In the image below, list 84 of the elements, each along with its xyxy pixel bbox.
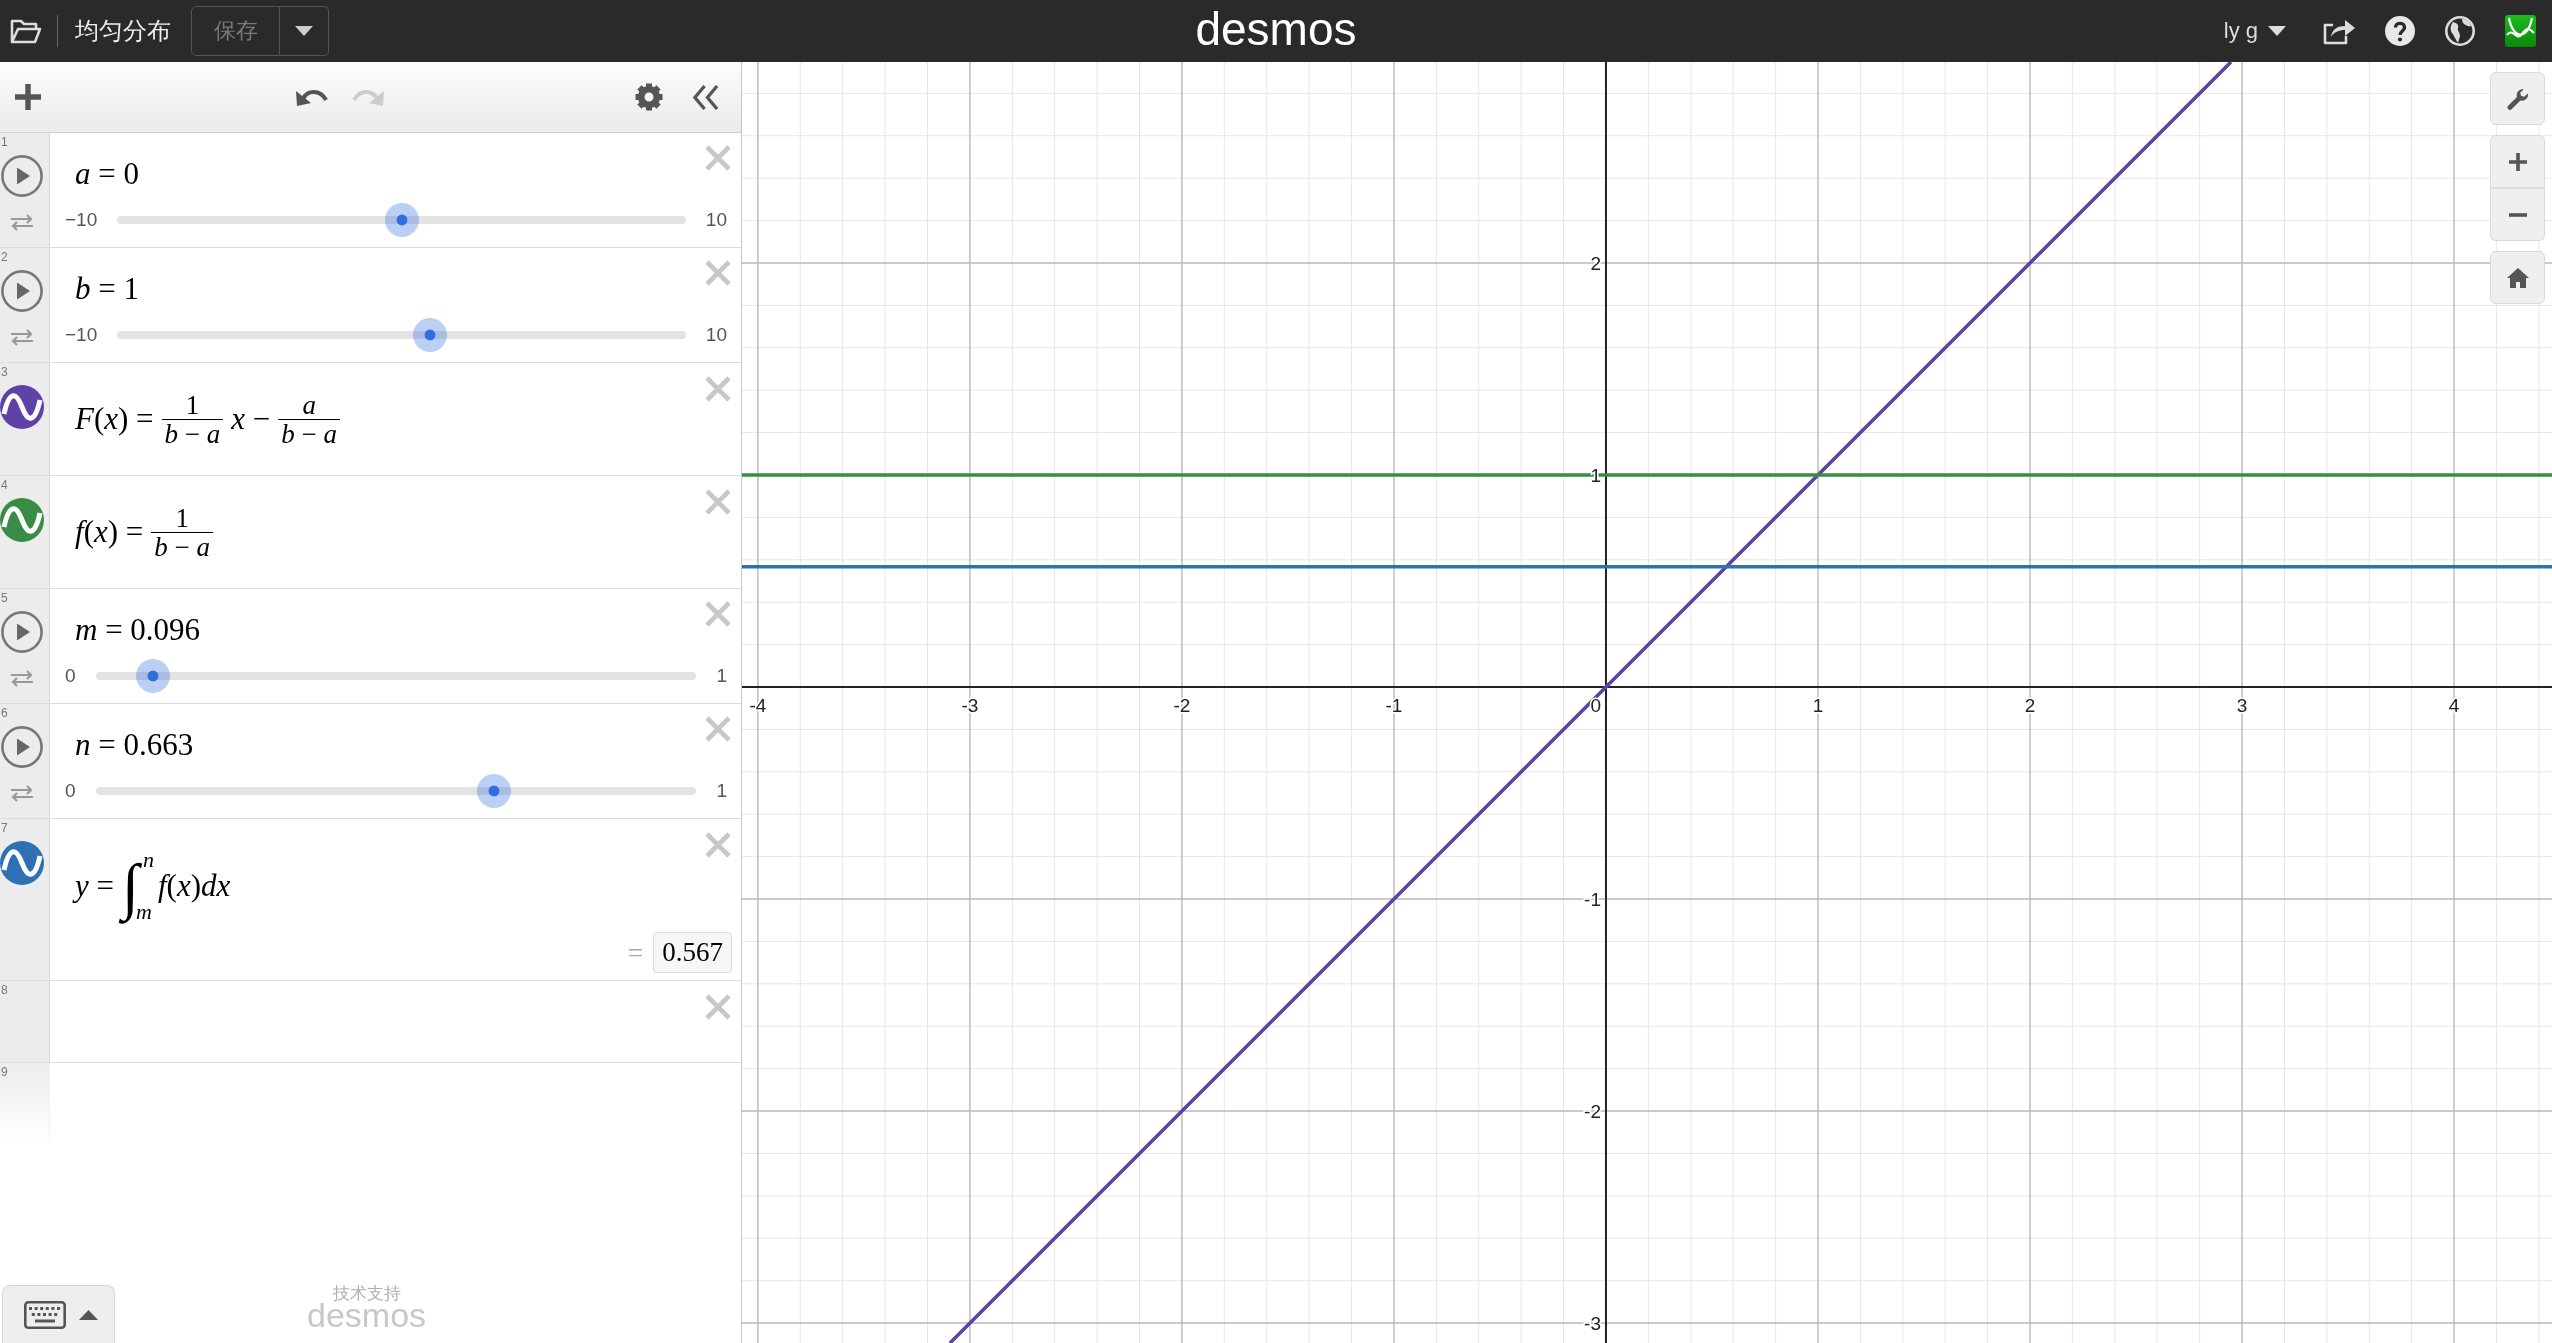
logo-text: desmos <box>1195 4 1357 57</box>
wave-icon[interactable] <box>0 841 44 885</box>
plus-icon <box>2508 152 2527 171</box>
play-icon[interactable] <box>1 155 43 197</box>
home-icon <box>2506 267 2529 288</box>
play-icon[interactable] <box>1 611 43 653</box>
play-icon[interactable] <box>1 726 43 768</box>
globe-icon[interactable] <box>2445 16 2475 46</box>
repeat-icon[interactable] <box>10 214 34 231</box>
save-options-button[interactable] <box>280 6 329 56</box>
wave-icon[interactable] <box>0 385 44 429</box>
row-number: 8 <box>1 983 8 997</box>
user-menu-button[interactable]: ly g <box>2223 18 2286 44</box>
wave-icon[interactable] <box>0 498 44 542</box>
help-icon[interactable] <box>2385 16 2415 46</box>
caret-icon <box>295 26 313 36</box>
add-icon[interactable] <box>15 84 41 110</box>
play-icon[interactable] <box>1 270 43 312</box>
slider-max-label: 10 <box>705 324 727 346</box>
axis-tick-label: -2 <box>1173 695 1191 716</box>
slider-max-label: 1 <box>716 780 727 802</box>
axis-tick-label: 1 <box>1812 695 1824 716</box>
slider-min-label: 0 <box>65 665 76 687</box>
graph-settings-button[interactable] <box>2490 72 2545 125</box>
row-number: 9 <box>1 1065 8 1079</box>
math-expression[interactable]: n = 0.663 <box>75 727 194 763</box>
axis-tick-label: -3 <box>1584 1313 1601 1335</box>
keyboard-icon <box>24 1300 66 1329</box>
slider-max-label: 1 <box>716 665 727 687</box>
row-number: 1 <box>1 135 8 149</box>
result-value: 0.567 <box>653 932 732 973</box>
zoom-in-button[interactable] <box>2490 135 2545 188</box>
axis-tick-label: 3 <box>2236 695 2248 716</box>
repeat-icon[interactable] <box>10 785 34 802</box>
axis-tick-label: -1 <box>1584 889 1601 911</box>
share-icon[interactable] <box>2323 17 2355 45</box>
axis-tick-label: 2 <box>2024 695 2036 716</box>
row-number: 5 <box>1 591 8 605</box>
slider-track[interactable] <box>117 318 686 352</box>
slider-thumb[interactable] <box>384 203 419 237</box>
row-number: 3 <box>1 365 8 379</box>
axis-tick-label: 2 <box>1590 253 1601 274</box>
settings-icon[interactable] <box>635 83 663 111</box>
graph-title[interactable]: 均匀分布 <box>75 15 171 47</box>
graph-tile-icon[interactable] <box>2505 15 2536 47</box>
axis-tick-label: -2 <box>1584 1101 1601 1123</box>
row-number: 7 <box>1 821 8 835</box>
wrench-icon <box>2506 87 2529 110</box>
math-expression[interactable]: f(x) = 1 b − a <box>75 504 221 560</box>
slider-track[interactable] <box>95 774 697 808</box>
equals-sign: = <box>627 936 644 969</box>
graph-line[interactable] <box>742 565 2552 569</box>
row-number: 4 <box>1 478 8 492</box>
powered-by-caption: 技术支持 <box>332 1285 401 1302</box>
axis-tick-label: -4 <box>749 695 767 716</box>
slider-min-label: −10 <box>65 324 98 346</box>
math-expression[interactable]: b = 1 <box>75 271 139 307</box>
caret-icon <box>79 1309 98 1320</box>
collapse-icon[interactable] <box>692 83 719 111</box>
repeat-icon[interactable] <box>10 329 34 346</box>
slider-min-label: 0 <box>65 780 76 802</box>
row-number: 6 <box>1 706 8 720</box>
caret-icon <box>2268 26 2286 36</box>
math-expression[interactable]: F(x) = 1 b − a x − a b − a <box>75 391 349 447</box>
minus-icon <box>2508 212 2527 217</box>
axis-tick-label: -1 <box>1385 695 1403 716</box>
keyboard-button[interactable] <box>2 1285 115 1343</box>
folder-icon[interactable] <box>10 18 42 44</box>
axis-tick-label: 0 <box>1590 695 1601 716</box>
slider-thumb[interactable] <box>136 659 171 693</box>
math-expression[interactable]: m = 0.096 <box>75 612 201 648</box>
zoom-out-button[interactable] <box>2490 188 2545 241</box>
slider-thumb[interactable] <box>476 774 511 808</box>
slider-track[interactable] <box>95 659 697 693</box>
home-button[interactable] <box>2490 251 2545 304</box>
slider-max-label: 10 <box>705 209 727 231</box>
slider-min-label: −10 <box>65 209 98 231</box>
axis-tick-label: 4 <box>2448 695 2460 716</box>
math-expression[interactable]: a = 0 <box>75 156 139 192</box>
row-number: 2 <box>1 250 8 264</box>
repeat-icon[interactable] <box>10 670 34 687</box>
axis-tick-label: -3 <box>961 695 979 716</box>
slider-thumb[interactable] <box>412 318 447 352</box>
slider-track[interactable] <box>117 203 686 237</box>
